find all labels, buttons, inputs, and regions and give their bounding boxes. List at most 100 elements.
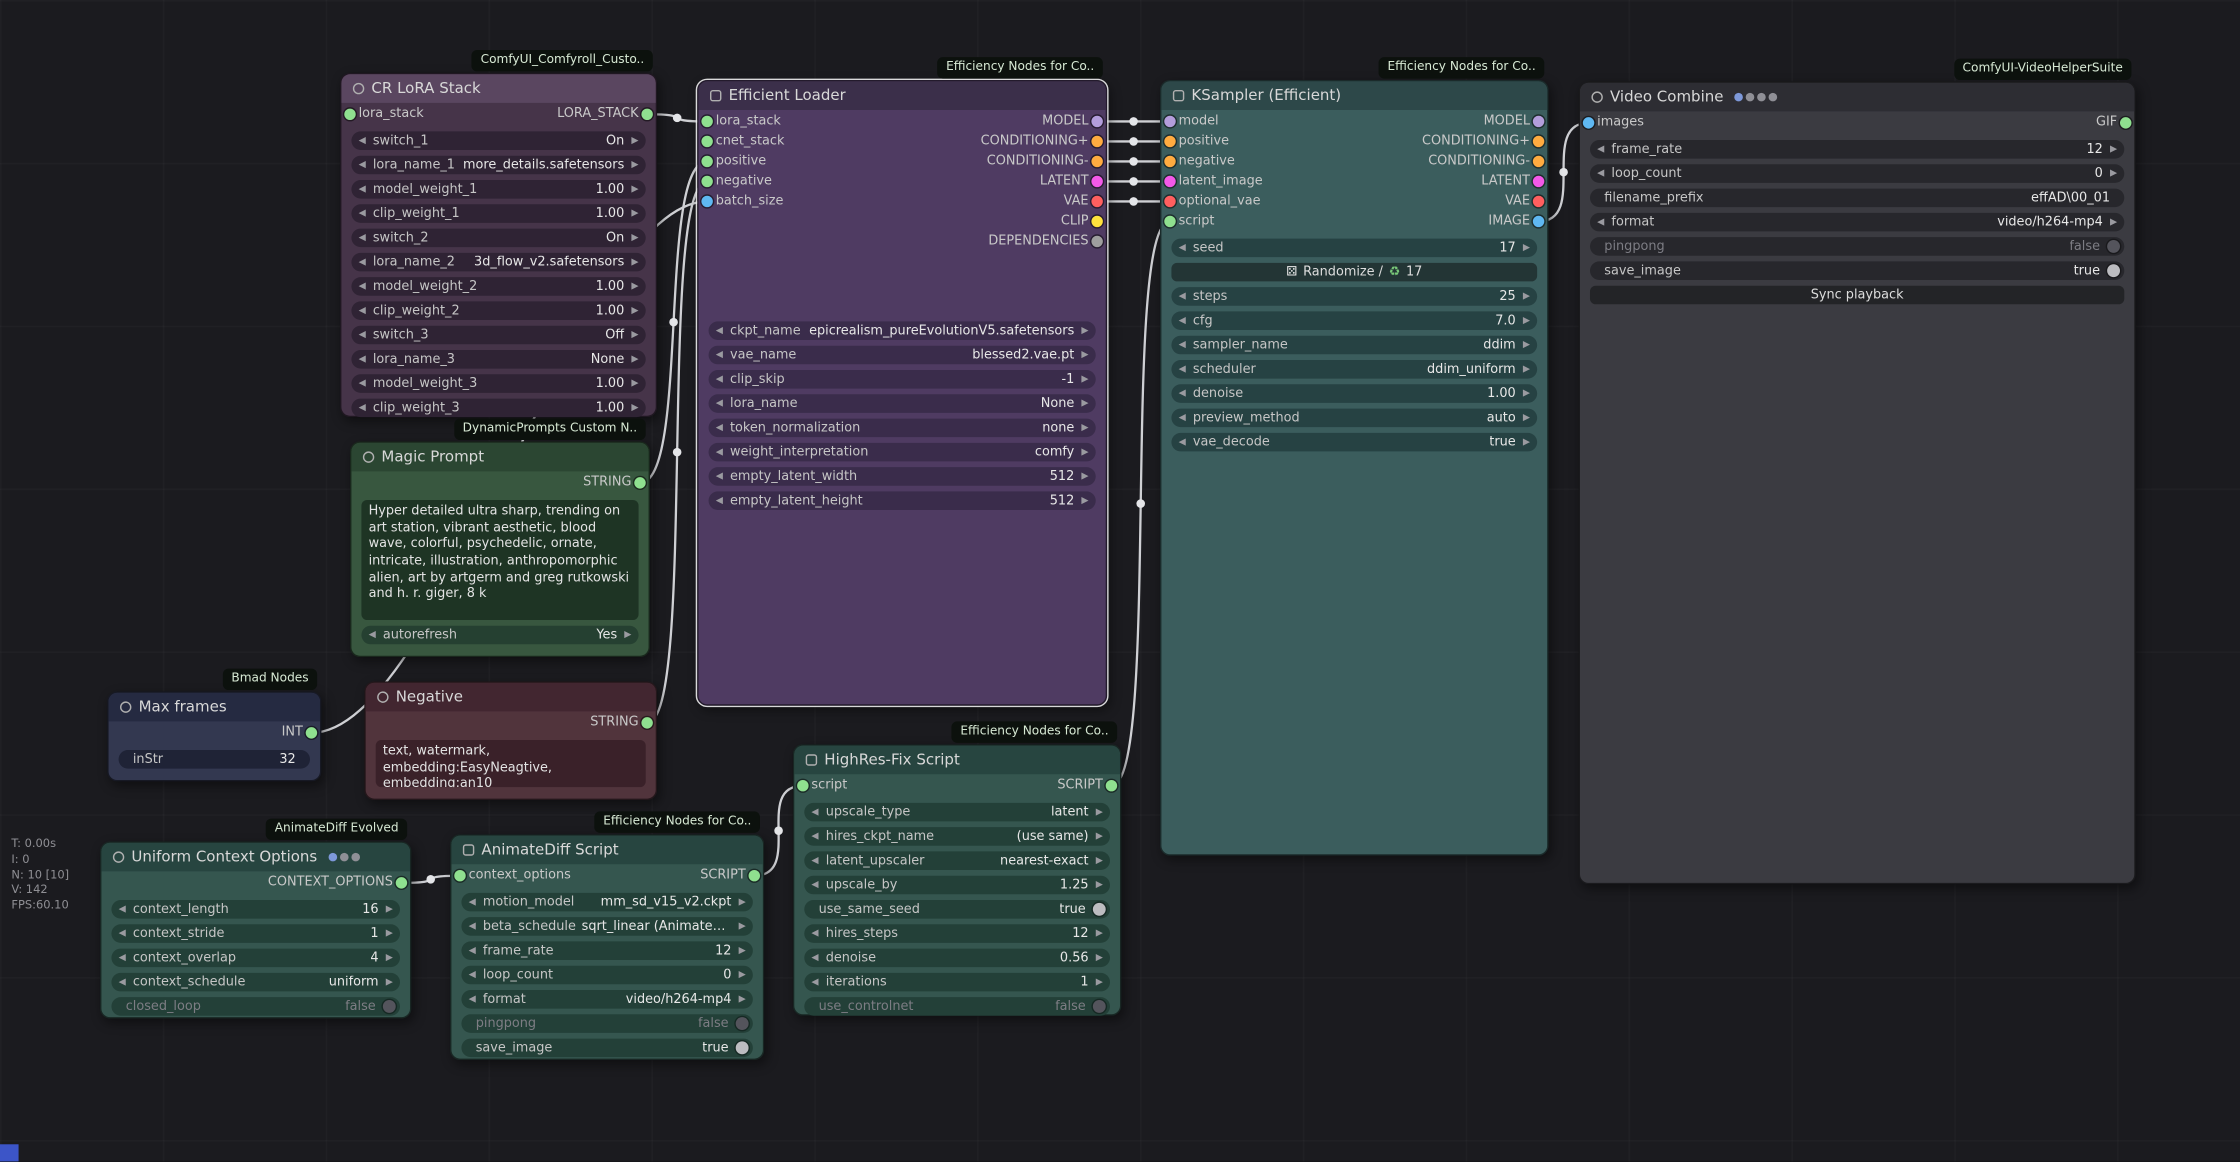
input-slot-dot[interactable] (701, 116, 712, 127)
widget-denoise[interactable]: denoise1.00 (1171, 384, 1537, 403)
output-slot-dot[interactable] (1091, 156, 1102, 167)
widget-lora_name_1[interactable]: lora_name_1more_details.safetensors (351, 156, 645, 175)
stepper-prev-icon[interactable] (1597, 217, 1604, 226)
output-slot-dot[interactable] (749, 870, 760, 881)
stepper-next-icon[interactable] (631, 306, 638, 315)
widget-use_controlnet[interactable]: use_controlnetfalse (804, 997, 1110, 1016)
stepper-prev-icon[interactable] (359, 160, 366, 169)
widget-lora_name_3[interactable]: lora_name_3None (351, 350, 645, 369)
widget-weight_interpretation[interactable]: weight_interpretationcomfy (709, 443, 1096, 462)
stepper-prev-icon[interactable] (369, 630, 376, 639)
widget-model_weight_2[interactable]: model_weight_21.00 (351, 277, 645, 296)
stepper-next-icon[interactable] (386, 929, 393, 938)
stepper-prev-icon[interactable] (1179, 316, 1186, 325)
node-efficient-loader[interactable]: Efficiency Nodes for Co..Efficient Loade… (697, 80, 1107, 706)
stepper-prev-icon[interactable] (811, 832, 818, 841)
widget-preview_method[interactable]: preview_methodauto (1171, 409, 1537, 428)
stepper-next-icon[interactable] (1081, 350, 1088, 359)
output-slot-dot[interactable] (1091, 116, 1102, 127)
node-collapse-icon[interactable] (1591, 91, 1602, 102)
stepper-next-icon[interactable] (1523, 316, 1530, 325)
output-slot-dot[interactable] (1533, 176, 1544, 187)
stepper-next-icon[interactable] (1096, 856, 1103, 865)
sync-playback-button[interactable]: Sync playback (1590, 286, 2124, 305)
stepper-prev-icon[interactable] (359, 403, 366, 412)
stepper-prev-icon[interactable] (716, 496, 723, 505)
widget-frame_rate[interactable]: frame_rate12 (461, 941, 752, 960)
stepper-next-icon[interactable] (1096, 977, 1103, 986)
node-cr-lora-stack[interactable]: ComfyUI_Comfyroll_Custo..CR LoRA Stacklo… (340, 73, 657, 417)
stepper-next-icon[interactable] (631, 233, 638, 242)
output-slot-dot[interactable] (1091, 196, 1102, 207)
widget-latent_upscaler[interactable]: latent_upscalernearest-exact (804, 851, 1110, 870)
node-collapse-icon[interactable] (120, 701, 131, 712)
stepper-next-icon[interactable] (631, 160, 638, 169)
node-header[interactable]: Efficient Loader (699, 81, 1106, 110)
node-header[interactable]: CR LoRA Stack (341, 74, 655, 103)
stepper-next-icon[interactable] (1081, 447, 1088, 456)
stepper-prev-icon[interactable] (359, 282, 366, 291)
stepper-prev-icon[interactable] (811, 880, 818, 889)
stepper-prev-icon[interactable] (811, 929, 818, 938)
stepper-prev-icon[interactable] (1179, 389, 1186, 398)
node-magic-prompt[interactable]: DynamicPrompts Custom N..Magic PromptSTR… (350, 441, 650, 657)
stepper-prev-icon[interactable] (716, 472, 723, 481)
widget-model_weight_3[interactable]: model_weight_31.00 (351, 374, 645, 393)
stepper-next-icon[interactable] (631, 185, 638, 194)
stepper-next-icon[interactable] (624, 630, 631, 639)
stepper-prev-icon[interactable] (469, 995, 476, 1004)
stepper-prev-icon[interactable] (359, 355, 366, 364)
stepper-prev-icon[interactable] (1597, 145, 1604, 154)
stepper-next-icon[interactable] (631, 136, 638, 145)
widget-clip_weight_2[interactable]: clip_weight_21.00 (351, 301, 645, 320)
stepper-next-icon[interactable] (1523, 365, 1530, 374)
widget-format[interactable]: formatvideo/h264-mp4 (1590, 213, 2124, 232)
stepper-next-icon[interactable] (1096, 880, 1103, 889)
widget-closed_loop[interactable]: closed_loopfalse (111, 997, 400, 1016)
toggle-knob[interactable] (736, 1041, 749, 1054)
input-slot-dot[interactable] (344, 109, 355, 120)
widget-clip_skip[interactable]: clip_skip-1 (709, 370, 1096, 389)
stepper-next-icon[interactable] (1523, 437, 1530, 446)
node-highresfix-script[interactable]: Efficiency Nodes for Co..HighRes-Fix Scr… (793, 744, 1122, 1015)
stepper-next-icon[interactable] (739, 897, 746, 906)
widget-upscale_by[interactable]: upscale_by1.25 (804, 876, 1110, 895)
stepper-prev-icon[interactable] (359, 257, 366, 266)
toggle-knob[interactable] (736, 1017, 749, 1030)
stepper-prev-icon[interactable] (1179, 292, 1186, 301)
widget-switch_3[interactable]: switch_3Off (351, 326, 645, 345)
stepper-next-icon[interactable] (1523, 292, 1530, 301)
stepper-prev-icon[interactable] (811, 977, 818, 986)
widget-switch_1[interactable]: switch_1On (351, 131, 645, 150)
stepper-next-icon[interactable] (1096, 953, 1103, 962)
stepper-next-icon[interactable] (631, 330, 638, 339)
stepper-prev-icon[interactable] (359, 209, 366, 218)
widget-switch_2[interactable]: switch_2On (351, 229, 645, 248)
stepper-prev-icon[interactable] (716, 447, 723, 456)
stepper-prev-icon[interactable] (469, 922, 476, 931)
node-header[interactable]: Magic Prompt (351, 443, 648, 472)
stepper-prev-icon[interactable] (716, 326, 723, 335)
node-box-icon[interactable] (710, 90, 721, 101)
toggle-knob[interactable] (383, 1000, 396, 1013)
stepper-next-icon[interactable] (1096, 832, 1103, 841)
widget-inStr[interactable]: inStr32 (119, 750, 310, 769)
node-max-frames[interactable]: Bmad NodesMax framesINTinStr32 (107, 691, 321, 781)
stepper-prev-icon[interactable] (811, 953, 818, 962)
widget-filename_prefix[interactable]: filename_prefixeffAD\00_01 (1590, 189, 2124, 208)
input-slot-dot[interactable] (1164, 116, 1175, 127)
widget-cfg[interactable]: cfg7.0 (1171, 311, 1537, 330)
stepper-next-icon[interactable] (386, 953, 393, 962)
stepper-prev-icon[interactable] (1597, 169, 1604, 178)
widget-lora_name[interactable]: lora_nameNone (709, 394, 1096, 413)
input-slot-dot[interactable] (701, 196, 712, 207)
stepper-next-icon[interactable] (739, 970, 746, 979)
widget-lora_name_2[interactable]: lora_name_23d_flow_v2.safetensors (351, 253, 645, 272)
widget-hires_ckpt_name[interactable]: hires_ckpt_name(use same) (804, 827, 1110, 846)
node-collapse-icon[interactable] (113, 851, 124, 862)
node-uniform-context-options[interactable]: AnimateDiff EvolvedUniform Context Optio… (100, 841, 411, 1018)
input-slot-dot[interactable] (1164, 156, 1175, 167)
node-ksampler-efficient[interactable]: Efficiency Nodes for Co..KSampler (Effic… (1160, 80, 1549, 856)
widget-autorefresh[interactable]: autorefreshYes (361, 626, 638, 645)
input-slot-dot[interactable] (1164, 176, 1175, 187)
